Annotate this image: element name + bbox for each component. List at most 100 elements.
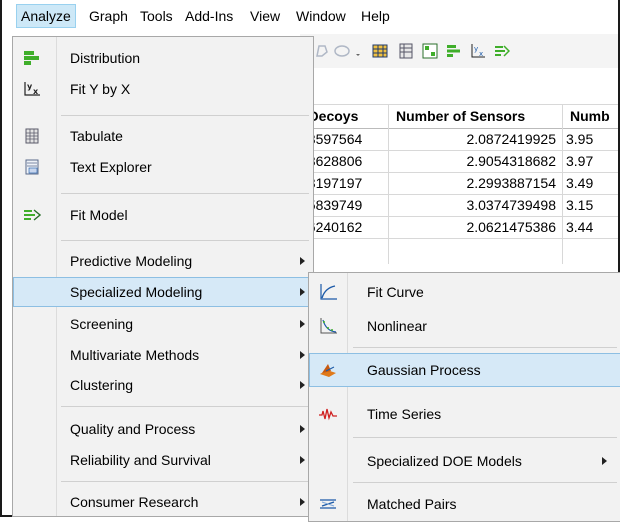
menu-item-predictive-modeling[interactable]: Predictive Modeling xyxy=(13,246,313,276)
table-cell[interactable]: 2.9054318682 xyxy=(392,150,556,172)
table-cell[interactable]: 2.0621475386 xyxy=(392,216,556,238)
menu-item-label: Matched Pairs xyxy=(367,496,457,512)
toolbar: yx xyxy=(300,34,618,68)
menu-separator xyxy=(61,406,309,407)
fit-curve-icon xyxy=(320,284,337,300)
menu-item-matched-pairs[interactable]: Matched Pairs xyxy=(309,487,620,521)
nonlinear-icon xyxy=(320,318,337,334)
time-series-icon xyxy=(319,408,337,421)
tabulate-icon xyxy=(25,128,39,144)
svg-text:x: x xyxy=(479,50,483,58)
menu-item-time-series[interactable]: Time Series xyxy=(309,397,620,431)
menu-separator xyxy=(353,347,617,348)
menu-item-distribution[interactable]: Distribution xyxy=(13,43,313,73)
table-cell[interactable]: 3.0374739498 xyxy=(392,194,556,216)
table-cell[interactable]: 3.95 xyxy=(566,128,620,150)
menu-separator xyxy=(353,482,617,483)
ellipse-icon[interactable] xyxy=(334,43,350,59)
menu-item-label: Consumer Research xyxy=(70,494,199,510)
menu-item-label: Screening xyxy=(70,316,134,332)
menu-item-tabulate[interactable]: Tabulate xyxy=(13,121,313,151)
menu-item-text-explorer[interactable]: Text Explorer xyxy=(13,152,313,182)
menu-bar: Analyze Graph Tools Add-Ins View Window … xyxy=(2,0,618,32)
menu-item-quality-and-process[interactable]: Quality and Process xyxy=(13,414,313,444)
menu-item-label: Fit Curve xyxy=(367,284,424,300)
distribution-icon xyxy=(24,51,39,65)
column-divider xyxy=(562,104,563,264)
menu-separator xyxy=(61,115,309,116)
menu-item-label: Specialized Modeling xyxy=(70,284,203,300)
table-cell[interactable]: 2.2993887154 xyxy=(392,172,556,194)
menu-view[interactable]: View xyxy=(250,5,280,27)
submenu-arrow-icon xyxy=(602,457,607,465)
submenu-arrow-icon xyxy=(300,498,305,506)
gaussian-process-icon xyxy=(320,364,336,377)
menu-separator xyxy=(61,481,309,482)
toolbar-overflow-icon[interactable] xyxy=(354,43,362,59)
table-cell[interactable]: 3.44 xyxy=(566,216,620,238)
menu-item-fit-curve[interactable]: Fit Curve xyxy=(309,275,620,309)
matched-pairs-icon xyxy=(320,499,336,509)
menu-item-reliability-and-survival[interactable]: Reliability and Survival xyxy=(13,445,313,475)
analyze-menu: Distribution yx Fit Y by X Tabulate Text… xyxy=(12,36,314,517)
submenu-arrow-icon xyxy=(300,351,305,359)
menu-graph[interactable]: Graph xyxy=(89,5,128,27)
window-frame-left xyxy=(0,0,2,517)
column-divider xyxy=(388,104,389,264)
menu-item-clustering[interactable]: Clustering xyxy=(13,370,313,400)
menu-item-consumer-research[interactable]: Consumer Research xyxy=(13,487,313,517)
menu-help[interactable]: Help xyxy=(361,5,390,27)
table-cell[interactable]: 3.15 xyxy=(566,194,620,216)
menu-item-label: Distribution xyxy=(70,50,141,66)
table-cell[interactable]: 2.0872419925 xyxy=(392,128,556,150)
specialized-modeling-submenu: Fit Curve Nonlinear Gaussian Process Tim… xyxy=(308,272,620,522)
toolbar-grid-icon[interactable] xyxy=(422,43,438,59)
menu-item-label: Fit Model xyxy=(70,207,128,223)
menu-item-label: Quality and Process xyxy=(70,421,196,437)
menu-tools[interactable]: Tools xyxy=(140,5,173,27)
toolbar-tabulate-icon[interactable] xyxy=(398,43,414,59)
svg-text:y: y xyxy=(474,45,478,53)
row-divider xyxy=(300,238,618,239)
menu-item-label: Specialized DOE Models xyxy=(367,453,522,469)
column-header[interactable]: Number of Sensors xyxy=(396,104,525,128)
shape-icon[interactable] xyxy=(314,43,330,59)
toolbar-fit-model-icon[interactable] xyxy=(494,43,510,59)
svg-text:x: x xyxy=(33,87,39,96)
column-header[interactable]: Numb xyxy=(570,104,610,128)
menu-add-ins[interactable]: Add-Ins xyxy=(185,5,233,27)
menu-item-label: Text Explorer xyxy=(70,159,152,175)
table-cell[interactable]: 3.97 xyxy=(566,150,620,172)
menu-item-label: Reliability and Survival xyxy=(70,452,211,468)
table-cell[interactable]: 3.49 xyxy=(566,172,620,194)
submenu-arrow-icon xyxy=(300,425,305,433)
fit-model-icon xyxy=(24,209,41,221)
menu-item-multivariate-methods[interactable]: Multivariate Methods xyxy=(13,340,313,370)
menu-item-fit-y-by-x[interactable]: yx Fit Y by X xyxy=(13,74,313,104)
menu-item-label: Time Series xyxy=(367,406,442,422)
menu-item-label: Tabulate xyxy=(70,128,123,144)
menu-separator xyxy=(61,193,309,194)
submenu-arrow-icon xyxy=(300,320,305,328)
menu-item-nonlinear[interactable]: Nonlinear xyxy=(309,309,620,343)
menu-separator xyxy=(353,437,617,438)
menu-item-label: Predictive Modeling xyxy=(70,253,193,269)
toolbar-table-icon[interactable] xyxy=(372,43,388,59)
menu-item-screening[interactable]: Screening xyxy=(13,309,313,339)
menu-window[interactable]: Window xyxy=(296,5,346,27)
menu-item-specialized-doe-models[interactable]: Specialized DOE Models xyxy=(309,444,620,478)
menu-item-gaussian-process[interactable]: Gaussian Process xyxy=(309,353,620,387)
menu-item-specialized-modeling[interactable]: Specialized Modeling xyxy=(13,277,313,307)
menu-item-label: Clustering xyxy=(70,377,134,393)
toolbar-distribution-icon[interactable] xyxy=(446,43,462,59)
menu-item-fit-model[interactable]: Fit Model xyxy=(13,200,313,230)
text-explorer-icon xyxy=(25,159,39,175)
menu-analyze[interactable]: Analyze xyxy=(16,4,76,28)
menu-separator xyxy=(61,240,309,241)
menu-item-label: Fit Y by X xyxy=(70,81,131,97)
toolbar-fit-y-by-x-icon[interactable]: yx xyxy=(470,43,486,59)
menu-item-label: Multivariate Methods xyxy=(70,347,200,363)
submenu-arrow-icon xyxy=(300,288,305,296)
menu-item-label: Gaussian Process xyxy=(367,362,481,378)
fit-y-by-x-icon: yx xyxy=(24,82,40,96)
